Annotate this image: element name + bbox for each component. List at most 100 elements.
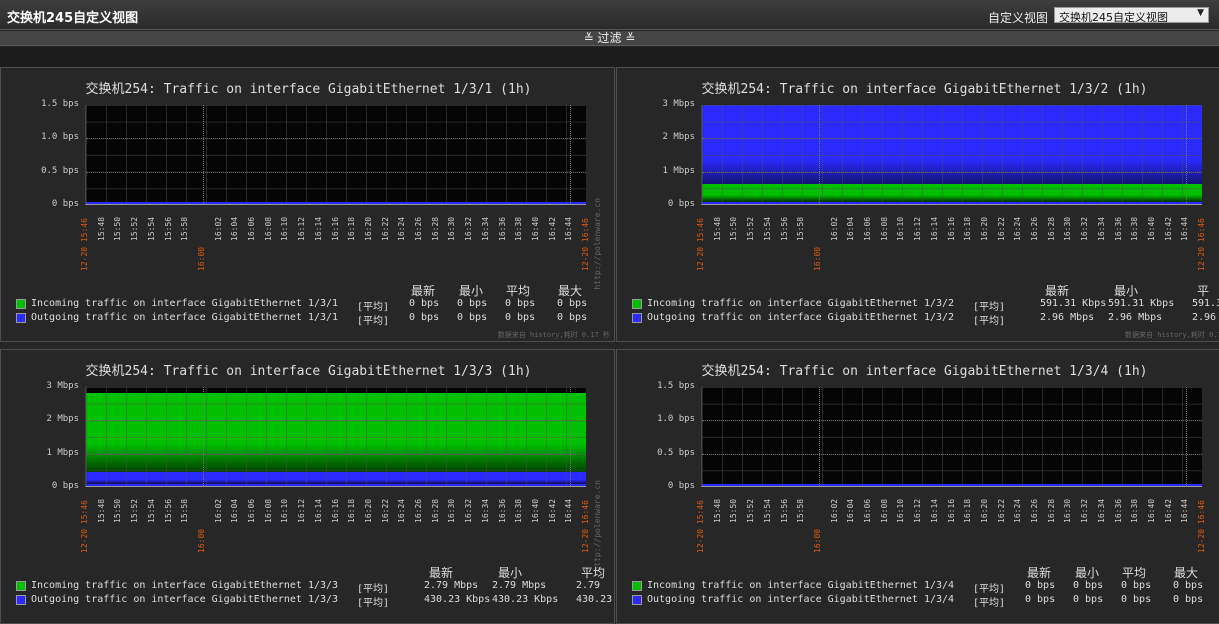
x-tick-label: 15:54	[762, 216, 772, 241]
x-tick-label: 16:16	[946, 216, 956, 241]
legend-value-avg: 430.23	[576, 594, 613, 605]
legend-column-header: 最小	[498, 566, 523, 580]
filter-toggle[interactable]: ≚ 过滤 ≚	[0, 31, 1219, 46]
graph-title: 交换机254: Traffic on interface GigabitEthe…	[85, 82, 532, 97]
x-tick-label: 16:26	[1030, 498, 1039, 523]
legend-column-header: 最新	[1045, 284, 1070, 298]
x-tick-label: 16:26	[1030, 216, 1039, 241]
x-tick-label: 16:02	[213, 216, 223, 241]
legend-value-avg: 0 bps	[505, 298, 536, 309]
legend-avg-tag: [平均]	[973, 302, 1006, 313]
header-spacer	[0, 47, 1219, 67]
x-tick-label: 16:36	[1113, 216, 1123, 241]
x-tick-label: 16:18	[347, 498, 357, 523]
legend-value-min: 0 bps	[457, 312, 488, 323]
legend-avg-tag: [平均]	[973, 316, 1006, 327]
gridline-major	[86, 171, 586, 173]
legend-column-header: 最小	[1114, 284, 1139, 298]
view-label: 自定义视图	[988, 11, 1049, 25]
x-tick-label: 16:18	[963, 498, 973, 523]
x-tick-label: 16:10	[280, 498, 290, 523]
gridline-major	[702, 420, 1202, 422]
legend-avg-tag: [平均]	[973, 584, 1006, 595]
legend-value-min: 0 bps	[457, 298, 488, 309]
x-tick-label: 16:22	[380, 216, 390, 241]
legend-value-min: 2.79 Mbps	[492, 580, 547, 591]
x-tick-label: 12-20 16:46	[581, 500, 590, 553]
graph-title: 交换机254: Traffic on interface GigabitEthe…	[701, 364, 1148, 379]
gridline-major	[702, 138, 1202, 140]
x-tick-label: 16:36	[497, 216, 507, 241]
x-tick-label: 15:58	[180, 498, 190, 523]
x-tick-label: 15:50	[729, 498, 739, 523]
x-tick-label: 16:28	[1046, 216, 1056, 241]
x-tick-label: 16:40	[1146, 216, 1156, 241]
outgoing-legend-label: Outgoing traffic on interface GigabitEth…	[31, 594, 339, 605]
y-tick-label: 3 Mbps	[662, 99, 695, 109]
x-tick-label: 16:18	[347, 216, 357, 241]
y-tick-label: 0 bps	[667, 481, 695, 491]
x-tick-label: 16:04	[230, 498, 240, 523]
x-tick-label: 16:14	[929, 216, 939, 241]
x-tick-label: 16:38	[514, 216, 524, 241]
graph-footnote: 数据来自 history,耗时 0.17 秒	[497, 331, 610, 339]
x-tick-label: 16:18	[963, 216, 973, 241]
incoming-swatch	[632, 581, 642, 591]
x-tick-label: 16:28	[1046, 498, 1056, 523]
gridline-major	[86, 453, 586, 455]
x-tick-label: 15:52	[746, 216, 756, 241]
gridline-vertical	[202, 105, 204, 204]
legend-value-max: 0 bps	[1173, 580, 1204, 591]
x-tick-label: 16:42	[547, 498, 557, 523]
x-tick-label: 12-20 15:46	[80, 500, 89, 553]
graph-panel: 交换机254: Traffic on interface GigabitEthe…	[0, 67, 615, 342]
x-tick-label: 16:06	[247, 498, 256, 523]
outgoing-swatch	[16, 595, 26, 605]
legend-avg-tag: [平均]	[357, 316, 390, 327]
x-tick-label: 16:30	[447, 216, 457, 241]
view-select-value: 交换机245自定义视图	[1059, 11, 1168, 23]
legend-value-avg: 2.96	[1192, 312, 1217, 323]
legend-value-min: 430.23 Kbps	[492, 594, 559, 605]
x-tick-label: 16:06	[863, 498, 872, 523]
x-tick-label: 16:00	[812, 246, 822, 271]
x-tick-label: 15:50	[113, 216, 123, 241]
x-tick-label: 16:08	[879, 498, 889, 523]
outgoing-swatch	[632, 595, 642, 605]
x-tick-label: 16:44	[564, 216, 574, 241]
x-tick-label: 16:30	[447, 498, 457, 523]
x-tick-label: 16:42	[547, 216, 557, 241]
x-tick-label: 16:40	[530, 216, 540, 241]
x-tick-label: 16:00	[196, 528, 206, 553]
x-tick-label: 16:26	[414, 498, 423, 523]
plot-area	[701, 105, 1202, 205]
gridline-vertical	[818, 105, 820, 204]
legend-avg-tag: [平均]	[973, 598, 1006, 609]
view-select[interactable]: 交换机245自定义视图 ▼	[1054, 7, 1209, 23]
x-tick-label: 16:02	[213, 498, 223, 523]
x-tick-label: 16:04	[846, 498, 856, 523]
x-tick-label: 16:44	[1180, 216, 1190, 241]
x-tick-label: 16:38	[514, 498, 524, 523]
x-tick-label: 16:08	[263, 216, 273, 241]
x-tick-label: 16:00	[812, 528, 822, 553]
x-tick-label: 16:26	[414, 216, 423, 241]
x-tick-label: 16:10	[280, 216, 290, 241]
x-tick-label: 16:06	[247, 216, 256, 241]
x-tick-label: 15:48	[712, 498, 722, 523]
outgoing-legend-label: Outgoing traffic on interface GigabitEth…	[647, 594, 955, 605]
x-tick-label: 16:22	[380, 498, 390, 523]
x-tick-label: 16:44	[1180, 498, 1190, 523]
x-tick-label: 16:14	[313, 216, 323, 241]
x-tick-label: 15:56	[779, 216, 789, 241]
incoming-swatch	[16, 299, 26, 309]
legend-value-last: 0 bps	[1025, 594, 1056, 605]
x-tick-label: 16:10	[896, 216, 906, 241]
legend-column-header: 平	[1197, 284, 1210, 298]
y-tick-label: 2 Mbps	[662, 132, 695, 143]
x-tick-label: 16:12	[297, 498, 307, 523]
gridline-major	[702, 453, 1202, 455]
x-tick-label: 16:32	[1080, 216, 1090, 241]
x-tick-label: 16:24	[1013, 216, 1023, 241]
x-tick-label: 16:44	[564, 498, 574, 523]
